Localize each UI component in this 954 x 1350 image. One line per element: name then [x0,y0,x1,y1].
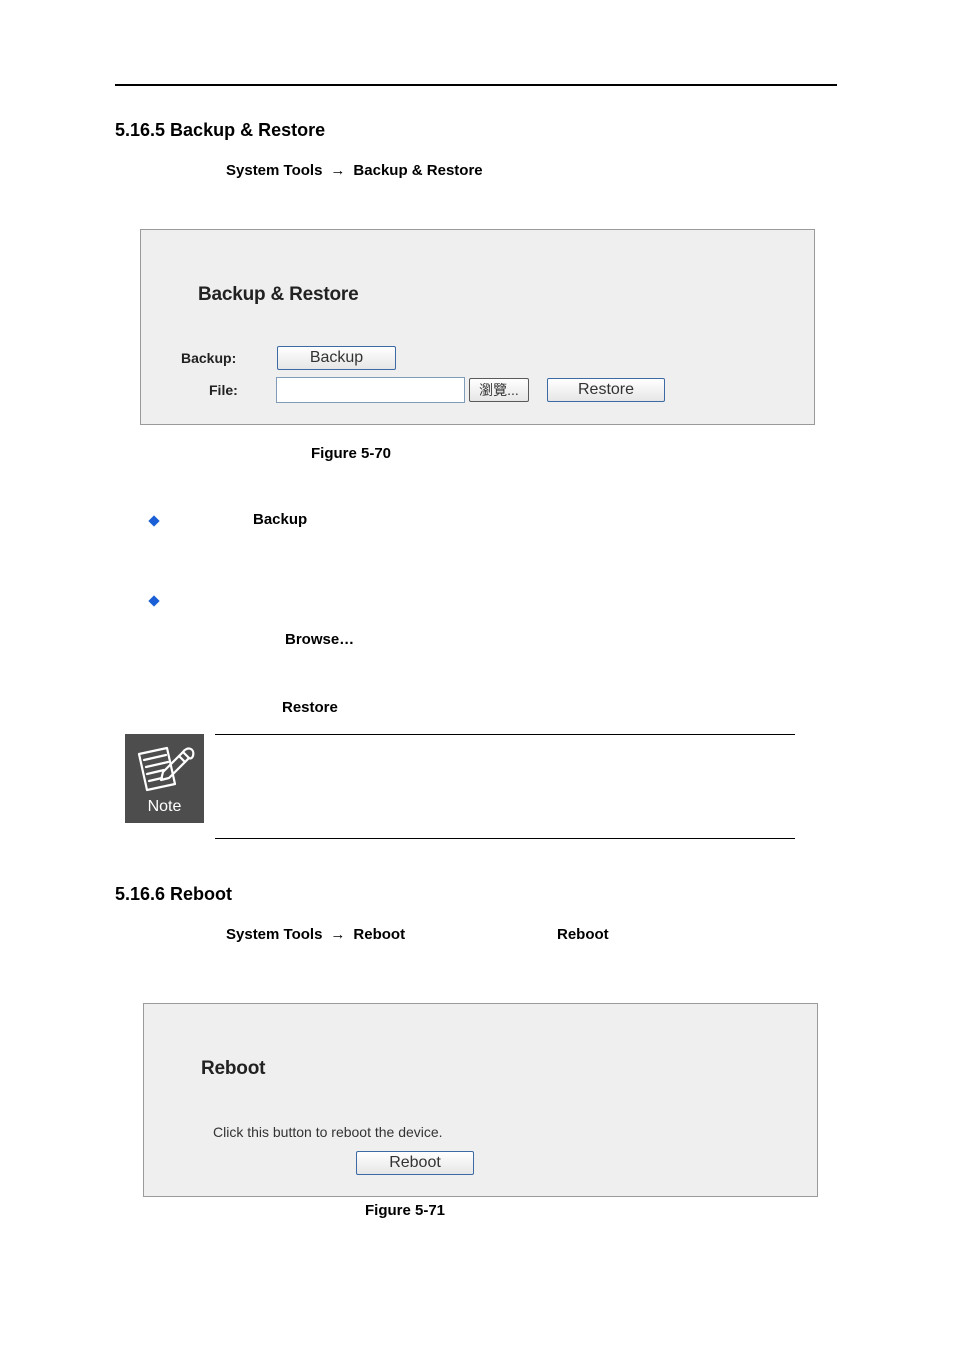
section-heading-reboot: 5.16.6 Reboot [115,884,233,904]
file-input[interactable] [276,377,465,403]
browse-button[interactable]: 瀏覽... [469,378,529,402]
term-backup: Backup [253,511,308,528]
reboot-instruction: Click this button to reboot the device. [213,1124,443,1140]
backup-button[interactable]: Backup [277,346,396,370]
nav-path-backup-restore: System Tools → Backup & Restore [226,162,483,179]
backup-restore-panel: Backup & Restore Backup: Backup File: 瀏覽… [140,229,815,425]
nav-path-reboot: System Tools → Reboot [226,926,405,943]
backup-label: Backup: [181,350,237,366]
nav-system-tools: System Tools [226,162,323,179]
term-browse: Browse… [285,631,355,648]
reboot-panel: Reboot Click this button to reboot the d… [143,1003,818,1197]
note-box: Note [125,734,204,823]
figure-caption-5-71: Figure 5-71 [365,1202,446,1219]
note-label: Note [147,798,182,815]
reboot-button[interactable]: Reboot [356,1151,474,1175]
bullet-diamond-icon [148,595,160,607]
note-bottom-rule [215,838,795,839]
nav-system-tools: System Tools [226,926,323,943]
panel-title-backup-restore: Backup & Restore [198,284,359,305]
top-rule [115,84,837,86]
figure-caption-5-70: Figure 5-70 [311,445,392,462]
file-label: File: [209,382,238,398]
nav-reboot: Reboot [353,926,406,943]
bullet-diamond-icon [148,515,160,527]
note-pencil-icon [137,746,195,792]
panel-title-reboot: Reboot [201,1058,266,1079]
arrow-right-icon: → [330,162,346,179]
term-restore: Restore [282,699,338,716]
term-reboot: Reboot [557,926,609,943]
restore-button[interactable]: Restore [547,378,665,402]
note-top-rule [215,734,795,735]
section-heading-backup-restore: 5.16.5 Backup & Restore [115,120,326,140]
arrow-right-icon: → [330,926,346,943]
nav-backup-restore: Backup & Restore [353,162,483,179]
